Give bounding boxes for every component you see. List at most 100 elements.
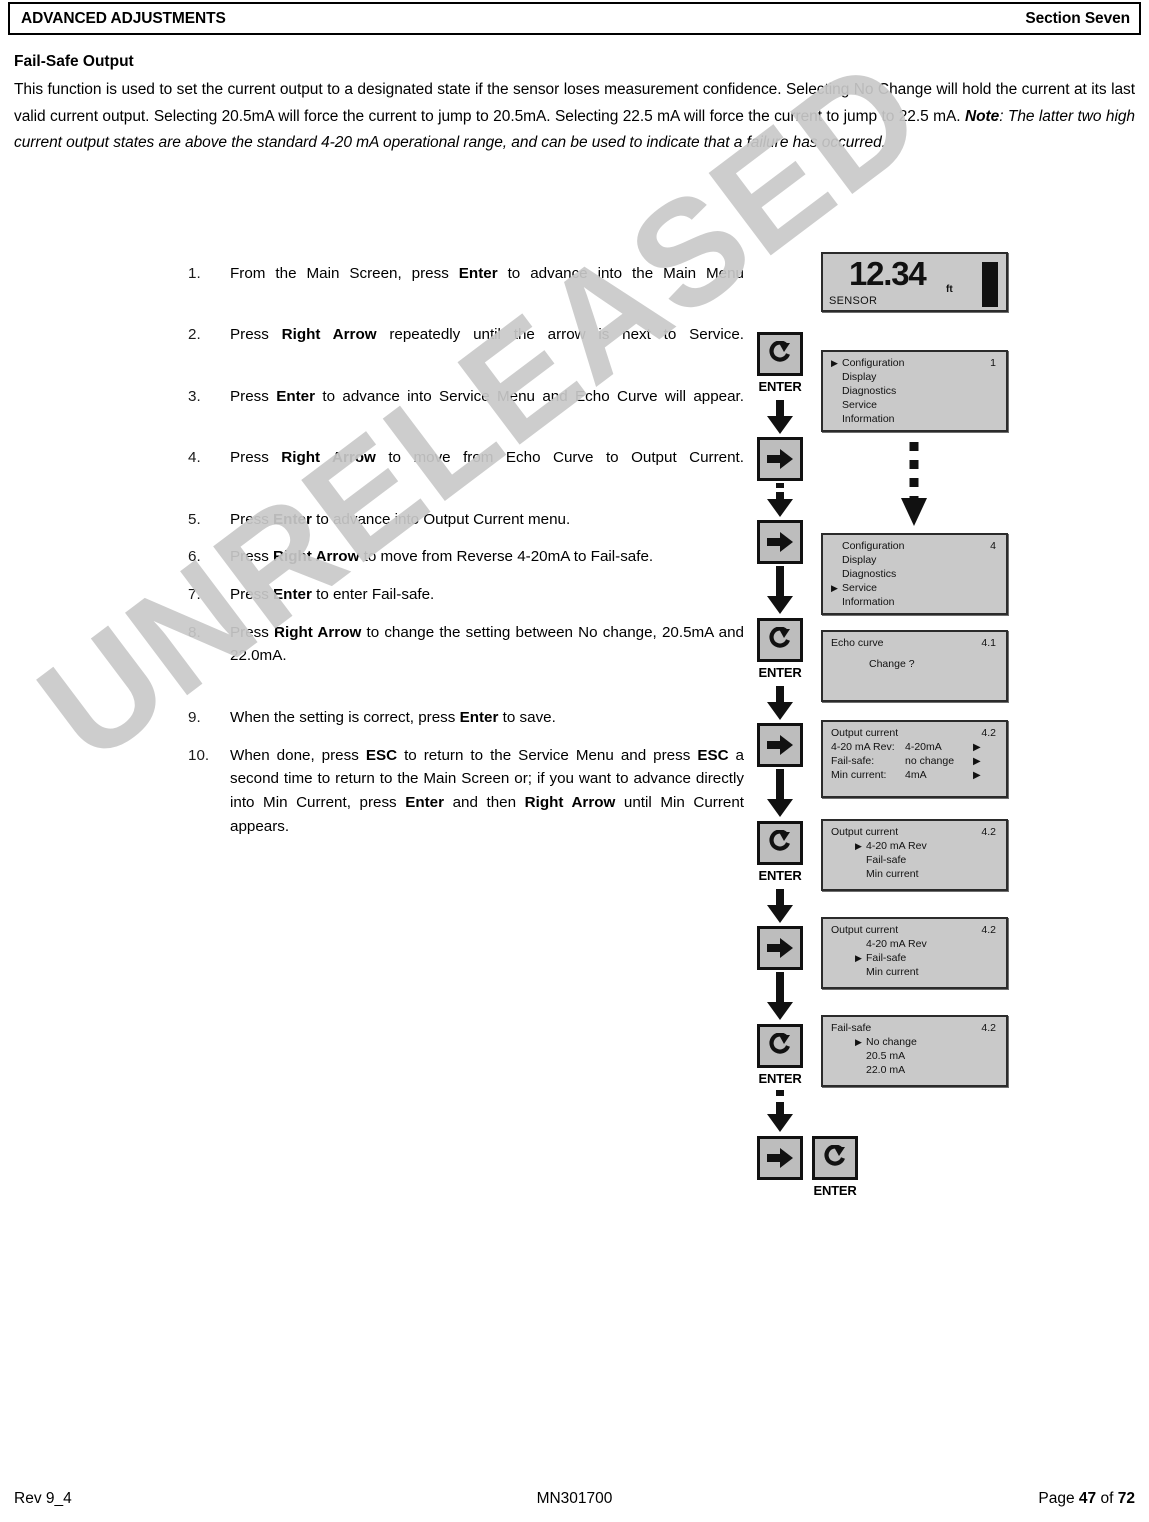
instruction-step: 5. Press Enter to advance into Output Cur… [188, 508, 744, 532]
dashed-repeat-arrow-icon [899, 440, 929, 530]
instruction-step-list: 1. From the Main Screen, press Enter to a… [188, 262, 744, 876]
instruction-step: 8. Press Right Arrow to change the settin… [188, 621, 744, 692]
instruction-step: 9. When the setting is correct, press Ent… [188, 706, 744, 730]
selection-caret-icon [831, 357, 842, 371]
step-text-run: to advance into the Main Menu [497, 265, 744, 282]
lcd-row: Output current 4.2 [831, 727, 998, 741]
step-text-run: to advance into Output Current menu. [311, 510, 571, 528]
lcd-main-screen: 12.34 ft SENSOR [821, 252, 1008, 312]
setting-label: 4-20 mA Rev: [831, 740, 895, 753]
menu-index: 4.1 [981, 637, 996, 649]
down-arrow-icon [767, 972, 793, 1020]
lcd-row: 22.0 mA [831, 1064, 998, 1078]
menu-item-label: Service [842, 581, 878, 594]
step-text: Press Right Arrow to move from Echo Curv… [230, 446, 744, 493]
dashed-down-arrow-icon [767, 1090, 793, 1132]
footer-page-current: 47 [1078, 1490, 1097, 1507]
step-text-run: Press [230, 586, 274, 604]
menu-navigation-diagram: 12.34 ft SENSOR Configuration 1 Display … [744, 252, 1012, 1198]
down-arrow-icon [767, 483, 793, 517]
setting-value: 4-20mA [905, 740, 942, 753]
footer-doc-number: MN301700 [536, 1490, 613, 1507]
lcd-output-current-rev-selected-screen: Output current 4.2 4-20 mA Rev Fail-safe… [821, 819, 1008, 891]
right-arrow-key-icon [757, 926, 803, 970]
menu-item-label: Fail-safe [866, 853, 907, 866]
step-text: Press Enter to enter Fail-safe. [230, 583, 744, 607]
enter-key-label: ENTER [758, 379, 802, 394]
menu-item-label: 4-20 mA Rev [866, 839, 927, 852]
menu-item-label: 4-20 mA Rev [866, 937, 927, 950]
menu-item-label: Information [842, 412, 895, 425]
step-text-run: to save. [498, 708, 556, 726]
instruction-step: 1. From the Main Screen, press Enter to a… [188, 262, 744, 309]
lcd-row: Information [831, 596, 998, 610]
step-text-run: Press [230, 548, 274, 566]
menu-index: 4 [990, 540, 996, 552]
menu-item-label: Fail-safe [866, 951, 907, 964]
step-text-run: Press [230, 326, 282, 344]
lcd-row: 4-20 mA Rev: 4-20mA ▶ [831, 741, 998, 755]
menu-item-label: Information [842, 595, 895, 608]
menu-item-label: Display [842, 370, 877, 383]
page-header: ADVANCED ADJUSTMENTS Section Seven [8, 2, 1141, 35]
lcd-bargraph-icon [982, 262, 998, 307]
note-lead: Note [964, 107, 1000, 125]
menu-item-label: 20.5 mA [866, 1049, 906, 1062]
key-name: Right Arrow [281, 449, 376, 467]
lcd-row: Change ? [831, 651, 998, 672]
lcd-row: Fail-safe [831, 952, 998, 966]
step-number: 7. [188, 586, 201, 604]
screen-title: Fail-safe [831, 1022, 872, 1034]
step-text-run: to advance into Service Menu and Echo Cu… [315, 387, 744, 405]
down-arrow-icon [767, 686, 793, 720]
key-name: Enter [405, 793, 445, 811]
lcd-row: Fail-safe: no change ▶ [831, 755, 998, 769]
key-name: Enter [273, 510, 312, 528]
key-name: Right Arrow [524, 793, 616, 811]
header-section-label: Section Seven [1025, 9, 1130, 27]
enter-key-icon [812, 1136, 858, 1180]
page-footer: Rev 9_4 MN301700 Page 47 of 72 [14, 1490, 1135, 1508]
lcd-echo-curve-screen: Echo curve 4.1 Change ? [821, 630, 1008, 702]
step-text-run: repeatedly until the arrow is next to Se… [376, 326, 744, 344]
instruction-step: 4. Press Right Arrow to move from Echo Cu… [188, 446, 744, 493]
step-text-run: Press [230, 387, 277, 405]
selection-caret-icon [855, 840, 866, 854]
down-arrow-icon [767, 889, 793, 923]
step-text: Press Right Arrow to change the setting … [230, 621, 744, 692]
footer-page-number: Page 47 of 72 [765, 1490, 1135, 1508]
screen-title: Output current [831, 924, 899, 936]
menu-index: 4.2 [981, 1022, 996, 1034]
menu-item-label: Display [842, 553, 877, 566]
instruction-step: 10. When done, press ESC to return to the… [188, 744, 744, 863]
step-number: 1. [188, 265, 201, 282]
menu-item-label: Min current [866, 867, 919, 880]
key-name: Enter [276, 387, 316, 405]
lcd-row: Output current 4.2 [831, 826, 998, 840]
lcd-row: Information [831, 413, 998, 427]
lcd-row: Diagnostics [831, 568, 998, 582]
lcd-row: Output current 4.2 [831, 924, 998, 938]
enter-key-label: ENTER [758, 1071, 802, 1086]
lcd-row: No change [831, 1036, 998, 1050]
key-name: Enter [273, 586, 312, 604]
key-name: Right Arrow [281, 326, 377, 344]
step-number: 9. [188, 708, 201, 726]
step-text-run: Press [230, 623, 274, 641]
lcd-row: 20.5 mA [831, 1050, 998, 1064]
lcd-main-unit: ft [946, 284, 953, 295]
lcd-main-value: 12.34 [849, 255, 927, 292]
lcd-service-menu-screen: Configuration 4 Display Diagnostics Serv… [821, 533, 1008, 615]
lcd-output-current-failsafe-selected-screen: Output current 4.2 4-20 mA Rev Fail-safe… [821, 917, 1008, 989]
enter-key-icon [757, 618, 803, 662]
step-number: 5. [188, 510, 201, 528]
enter-key-icon [757, 821, 803, 865]
menu-item-label: Service [842, 398, 878, 411]
footer-revision: Rev 9_4 [14, 1490, 72, 1507]
lcd-row: Fail-safe 4.2 [831, 1022, 998, 1036]
step-text-run: When done, press [230, 746, 366, 764]
step-text-run: to move from Echo Curve to Output Curren… [375, 449, 744, 467]
step-text: Press Right Arrow to move from Reverse 4… [230, 545, 744, 569]
menu-index: 4.2 [981, 826, 996, 838]
right-arrow-key-icon [757, 723, 803, 767]
